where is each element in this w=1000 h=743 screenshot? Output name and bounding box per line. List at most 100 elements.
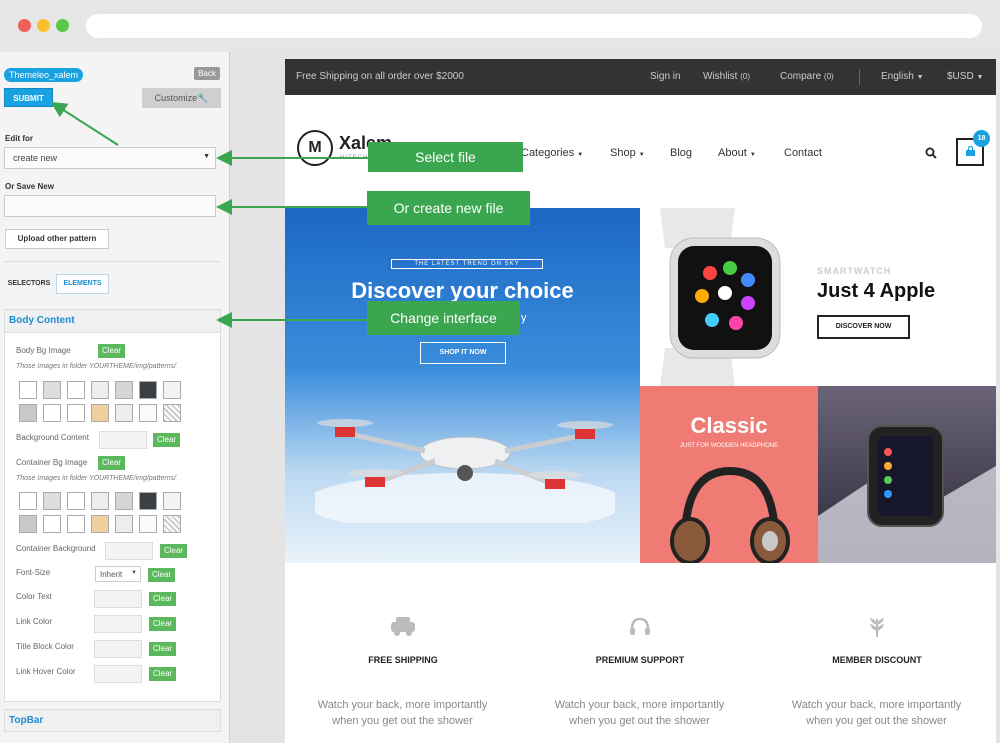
- classic-banner[interactable]: Classic JUST FOR WOODEN HEADPHONE: [640, 386, 818, 563]
- pattern-swatch[interactable]: [91, 515, 109, 533]
- discover-now-button[interactable]: DISCOVER NOW: [817, 315, 910, 339]
- classic-title: Classic: [690, 413, 768, 438]
- create-file-callout: Or create new file: [367, 191, 530, 225]
- background-content-input[interactable]: [99, 431, 147, 449]
- pattern-swatch[interactable]: [139, 492, 157, 510]
- change-interface-callout: Change interface: [367, 301, 520, 335]
- save-new-label: Or Save New: [5, 182, 54, 191]
- link-color-input[interactable]: [94, 615, 142, 633]
- site-topbar: Free Shipping on all order over $2000 Si…: [285, 59, 996, 95]
- truck-icon: [391, 617, 415, 636]
- pattern-swatch[interactable]: [67, 381, 85, 399]
- smartwatch-banner[interactable]: SMARTWATCH Just 4 Apple DISCOVER NOW: [640, 208, 996, 386]
- pattern-swatch[interactable]: [67, 492, 85, 510]
- pattern-swatch[interactable]: [115, 404, 133, 422]
- container-background-input[interactable]: [105, 542, 153, 560]
- pattern-swatch[interactable]: [163, 381, 181, 399]
- font-size-select[interactable]: Inherit ▼: [95, 566, 141, 582]
- watch-tag: SMARTWATCH: [817, 266, 892, 276]
- pattern-swatch[interactable]: [67, 515, 85, 533]
- shop-now-button[interactable]: SHOP IT NOW: [420, 342, 506, 364]
- hero-banner[interactable]: THE LATEST TREND ON SKY Discover your ch…: [285, 208, 640, 563]
- leaf-icon: [870, 618, 884, 637]
- sign-in-link[interactable]: Sign in: [650, 71, 681, 82]
- pattern-swatch[interactable]: [163, 492, 181, 510]
- pattern-swatch[interactable]: [43, 515, 61, 533]
- tab-elements[interactable]: ELEMENTS: [56, 274, 109, 294]
- pattern-swatch[interactable]: [139, 381, 157, 399]
- pattern-swatch[interactable]: [139, 404, 157, 422]
- pattern-swatch[interactable]: [19, 515, 37, 533]
- topbar-section-title[interactable]: TopBar: [4, 709, 221, 732]
- pattern-swatch[interactable]: [115, 492, 133, 510]
- customize-button[interactable]: Customize🔧: [142, 88, 221, 108]
- clear-button[interactable]: Clear: [149, 617, 176, 631]
- body-content-title[interactable]: Body Content: [5, 310, 220, 333]
- pattern-swatch[interactable]: [43, 381, 61, 399]
- save-new-input[interactable]: [4, 195, 216, 217]
- logo-icon[interactable]: M: [297, 130, 333, 166]
- nav-about[interactable]: About ▼: [718, 147, 756, 159]
- pattern-swatch[interactable]: [43, 404, 61, 422]
- nav-blog[interactable]: Blog: [670, 147, 692, 159]
- pattern-swatch[interactable]: [115, 515, 133, 533]
- pattern-swatch[interactable]: [67, 404, 85, 422]
- pattern-swatch[interactable]: [43, 492, 61, 510]
- nav-label: Shop: [610, 147, 636, 159]
- gear-watch-banner[interactable]: [818, 386, 996, 563]
- clear-button[interactable]: Clear: [98, 456, 125, 470]
- language-select[interactable]: English ▼: [881, 71, 924, 82]
- maximize-window-icon[interactable]: [56, 19, 69, 32]
- clear-button[interactable]: Clear: [160, 544, 187, 558]
- clear-button[interactable]: Clear: [149, 642, 176, 656]
- compare-link[interactable]: Compare (0): [780, 71, 834, 82]
- wishlist-label: Wishlist: [703, 71, 738, 82]
- pattern-swatch[interactable]: [163, 404, 181, 422]
- theme-name-badge: Themeleo_xalem: [4, 68, 84, 82]
- pattern-swatch[interactable]: [19, 404, 37, 422]
- container-background-label: Container Background: [16, 544, 96, 553]
- container-bg-image-label: Container Bg Image: [16, 458, 88, 467]
- edit-for-select[interactable]: create new ▼: [4, 147, 216, 169]
- tab-selectors[interactable]: SELECTORS: [6, 280, 52, 287]
- clear-button[interactable]: Clear: [149, 592, 176, 606]
- pattern-swatch[interactable]: [19, 492, 37, 510]
- pattern-swatch[interactable]: [19, 381, 37, 399]
- pattern-swatch[interactable]: [91, 404, 109, 422]
- browser-chrome: [0, 0, 1000, 52]
- address-bar[interactable]: [86, 14, 982, 38]
- link-hover-color-input[interactable]: [94, 665, 142, 683]
- clear-button[interactable]: Clear: [98, 344, 125, 358]
- title-block-color-input[interactable]: [94, 640, 142, 658]
- background-content-label: Background Content: [16, 433, 89, 442]
- search-icon[interactable]: [925, 147, 937, 159]
- folder-note: Those Images in folder YOURTHEME/img/pat…: [16, 363, 177, 370]
- pattern-swatch[interactable]: [91, 492, 109, 510]
- chevron-down-icon: ▼: [577, 152, 584, 158]
- nav-contact[interactable]: Contact: [784, 147, 822, 159]
- minimize-window-icon[interactable]: [37, 19, 50, 32]
- body-bg-image-label: Body Bg Image: [16, 346, 71, 355]
- upload-pattern-button[interactable]: Upload other pattern: [5, 229, 109, 249]
- back-button[interactable]: Back: [194, 67, 220, 80]
- clear-button[interactable]: Clear: [149, 667, 176, 681]
- submit-button[interactable]: SUBMIT: [4, 88, 53, 107]
- feature-description: Watch your back, more importantly when y…: [554, 699, 725, 727]
- pattern-swatch[interactable]: [139, 515, 157, 533]
- divider: [859, 69, 860, 85]
- close-window-icon[interactable]: [18, 19, 31, 32]
- pattern-swatch[interactable]: [91, 381, 109, 399]
- clear-button[interactable]: Clear: [148, 568, 175, 582]
- currency-select[interactable]: $USD ▼: [947, 71, 983, 82]
- edit-for-label: Edit for: [5, 134, 33, 143]
- wishlist-link[interactable]: Wishlist (0): [703, 71, 750, 82]
- nav-shop[interactable]: Shop ▼: [610, 147, 645, 159]
- edit-for-value: create new: [13, 153, 58, 163]
- nav-label: Categories: [521, 147, 575, 159]
- clear-button[interactable]: Clear: [153, 433, 180, 447]
- body-content-section: Body Content Body Bg Image Clear Those I…: [4, 309, 221, 702]
- pattern-swatch[interactable]: [163, 515, 181, 533]
- color-text-input[interactable]: [94, 590, 142, 608]
- nav-categories[interactable]: Categories ▼: [521, 147, 583, 159]
- pattern-swatch[interactable]: [115, 381, 133, 399]
